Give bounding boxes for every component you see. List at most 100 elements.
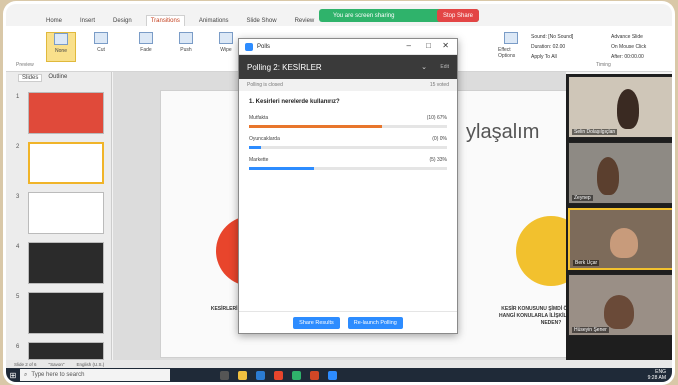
zoom-logo-icon (245, 42, 253, 51)
tab-slides[interactable]: Slides (18, 74, 43, 82)
file-explorer-icon[interactable] (238, 370, 247, 380)
advance-slide-group: Advance Slide On Mouse Click After: 00:0… (611, 32, 646, 62)
taskbar-search[interactable]: ⌕ Type here to search (20, 369, 170, 381)
effect-options-label: Effect Options (498, 47, 516, 59)
effect-options-icon (504, 32, 518, 44)
stop-share-button[interactable]: Stop Share (437, 9, 479, 22)
zoom-icon[interactable] (328, 370, 337, 380)
wipe-transition-icon (219, 32, 233, 44)
minimize-icon[interactable]: – (407, 41, 411, 50)
poll-option: Markette (5) 33% (239, 149, 457, 170)
cut-transition-icon (94, 32, 108, 44)
clock[interactable]: 9:28 AM (648, 375, 666, 381)
tab-design[interactable]: Design (109, 16, 136, 26)
video-tile-active[interactable]: Berk Uçar (568, 208, 672, 270)
duration-field[interactable]: Duration: 02.00 (531, 42, 573, 52)
video-tile[interactable]: Hüseyin Şener (568, 274, 672, 336)
push-transition-icon (179, 32, 193, 44)
effect-options-button[interactable]: Effect Options (498, 32, 524, 62)
poll-option-count: (0) 0% (432, 136, 447, 142)
slide-thumbnail-1[interactable] (28, 92, 104, 134)
advance-slide-label: Advance Slide (611, 34, 643, 40)
slide-number-4: 4 (16, 244, 20, 250)
tab-outline[interactable]: Outline (48, 74, 67, 82)
app-icon[interactable] (292, 370, 301, 380)
poll-option-bar-fill (249, 125, 382, 128)
participant-figure (617, 89, 639, 129)
slide-number-5: 5 (16, 294, 20, 300)
none-transition-icon (54, 33, 68, 45)
close-icon[interactable]: ✕ (442, 41, 449, 50)
taskbar-search-placeholder: Type here to search (31, 372, 85, 378)
transition-cut-button[interactable]: Cut (86, 32, 116, 62)
chevron-down-icon[interactable]: ⌄ (421, 63, 427, 71)
task-view-icon[interactable] (220, 370, 229, 380)
poll-question: 1. Kesirleri nerelerde kullanırız? (249, 99, 340, 105)
slide-thumbnail-3[interactable] (28, 192, 104, 234)
slides-panel-tabs: Slides Outline (6, 72, 111, 84)
transition-wipe-button[interactable]: Wipe (211, 32, 241, 62)
participant-figure (604, 295, 634, 329)
transition-wipe-label: Wipe (220, 47, 232, 53)
language-status[interactable]: English (U.S.) (76, 362, 104, 367)
windows-taskbar: ⊞ ⌕ Type here to search ENG 9:28 AM (6, 368, 672, 382)
video-tile[interactable]: Selin Dolaşılgıçları (568, 76, 672, 138)
maximize-icon[interactable]: □ (426, 41, 431, 50)
powerpoint-icon[interactable] (310, 370, 319, 380)
poll-option-bar (249, 146, 447, 149)
video-gallery: Selin Dolaşılgıçları Zeynep Berk Uçar Hü… (566, 74, 672, 364)
poll-option-bar-fill (249, 167, 315, 170)
relaunch-polling-button[interactable]: Re-launch Polling (347, 316, 403, 329)
slide-thumbnail-6[interactable] (28, 342, 104, 360)
transition-push-button[interactable]: Push (171, 32, 201, 62)
timing-group-label: Timing (596, 62, 611, 68)
poll-option: Oyuncaklarda (0) 0% (239, 128, 457, 149)
transition-cut-label: Cut (97, 47, 105, 53)
preview-group-label: Preview (16, 62, 34, 68)
slides-panel: Slides Outline 1 2 3 4 5 6 (6, 72, 112, 364)
slide-thumbnail-4[interactable] (28, 242, 104, 284)
edit-poll-link[interactable]: Edit (440, 64, 449, 70)
slide-thumbnail-2[interactable] (28, 142, 104, 184)
poll-option-label: Mutfakta (249, 115, 269, 121)
poll-title: Polling 2: KESİRLER (247, 62, 322, 72)
on-mouse-click-checkbox[interactable]: On Mouse Click (611, 42, 646, 52)
participant-figure (597, 157, 619, 195)
taskbar-apps (220, 370, 337, 380)
tab-review[interactable]: Review (291, 16, 319, 26)
slide-number-6: 6 (16, 344, 20, 350)
slide-thumbnail-5[interactable] (28, 292, 104, 334)
screen-frame: Home Insert Design Transitions Animation… (6, 4, 672, 382)
slide-count-status: Slide 2 of 6 (14, 361, 37, 367)
poll-status-bar: Polling is closed 15 voted (239, 79, 457, 91)
theme-status: "Savon" (48, 361, 65, 367)
after-time-field[interactable]: After: 00:00.00 (611, 52, 646, 62)
apply-to-all-button[interactable]: Apply To All (531, 52, 573, 62)
tab-insert[interactable]: Insert (76, 16, 99, 26)
share-results-button[interactable]: Share Results (293, 316, 340, 329)
tab-slide-show[interactable]: Slide Show (243, 16, 281, 26)
search-icon: ⌕ (24, 371, 28, 378)
poll-option: Mutfakta (10) 67% (239, 111, 457, 128)
transition-none-button[interactable]: None (46, 32, 76, 62)
system-tray: ENG 9:28 AM (648, 369, 666, 381)
transition-fade-button[interactable]: Fade (131, 32, 161, 62)
poll-footer: Share Results Re-launch Polling (239, 311, 457, 333)
participant-name: Selin Dolaşılgıçları (572, 129, 618, 135)
poll-status-text: Polling is closed (247, 82, 283, 88)
edge-icon[interactable] (256, 370, 265, 380)
tab-animations[interactable]: Animations (195, 16, 233, 26)
slide-number-2: 2 (16, 144, 20, 150)
participant-name: Zeynep (572, 195, 593, 201)
chrome-icon[interactable] (274, 370, 283, 380)
tab-transitions[interactable]: Transitions (145, 15, 185, 26)
video-tile[interactable]: Zeynep (568, 142, 672, 204)
status-bar: Slide 2 of 6 "Savon" English (U.S.) (6, 360, 672, 368)
poll-option-count: (5) 33% (429, 157, 447, 163)
poll-header: Polling 2: KESİRLER ⌄ Edit (239, 55, 457, 79)
sound-select[interactable]: Sound: [No Sound] (531, 32, 573, 42)
start-icon[interactable]: ⊞ (6, 368, 20, 382)
tab-home[interactable]: Home (42, 16, 66, 26)
sound-duration-group: Sound: [No Sound] Duration: 02.00 Apply … (531, 32, 573, 62)
participant-figure (610, 228, 638, 258)
